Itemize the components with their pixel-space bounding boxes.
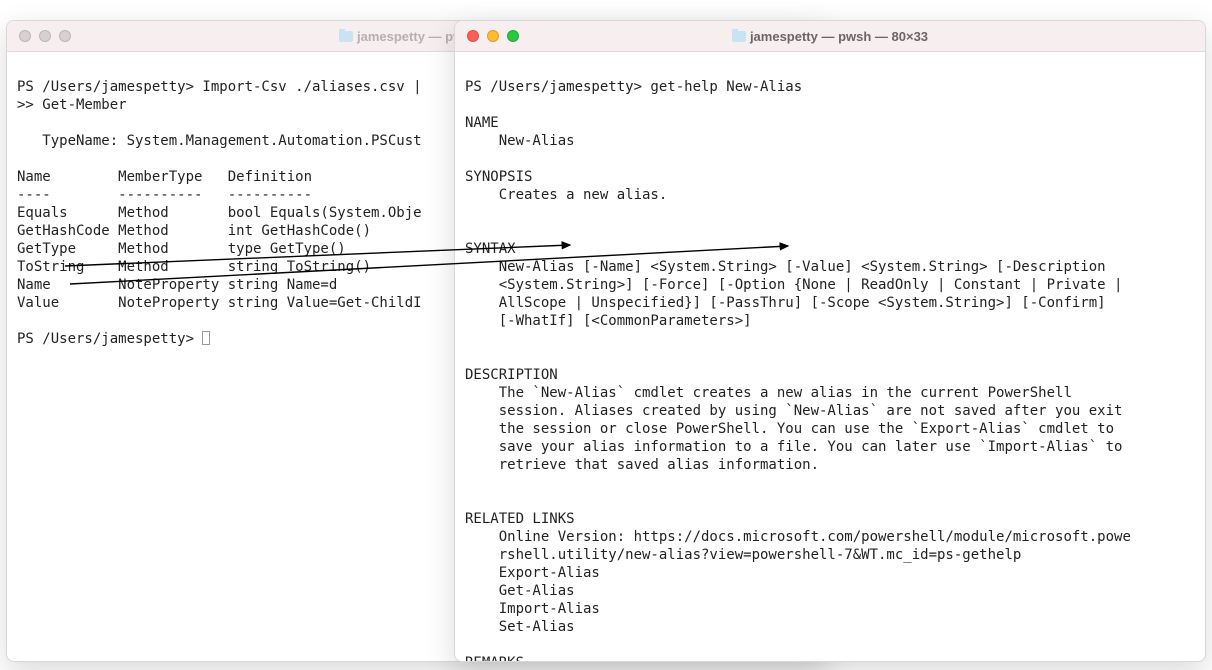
syntax-line: <System.String>] [-Force] [-Option {None… bbox=[465, 277, 1122, 293]
syntax-line: [-WhatIf] [<CommonParameters>] bbox=[465, 313, 752, 329]
table-row: ToString Method string ToString() bbox=[17, 259, 371, 275]
description-line: retrieve that saved alias information. bbox=[465, 457, 819, 473]
cursor-icon bbox=[202, 331, 210, 345]
titlebar-right[interactable]: jamespetty — pwsh — 80×33 bbox=[455, 21, 1205, 52]
traffic-lights-right bbox=[467, 30, 519, 42]
description-line: session. Aliases created by using `New-A… bbox=[465, 403, 1122, 419]
table-row: GetHashCode Method int GetHashCode() bbox=[17, 223, 371, 239]
description-line: The `New-Alias` cmdlet creates a new ali… bbox=[465, 385, 1072, 401]
minimize-icon[interactable] bbox=[39, 30, 51, 42]
link-line: Online Version: https://docs.microsoft.c… bbox=[465, 529, 1131, 545]
prompt-line: >> Get-Member bbox=[17, 97, 127, 113]
table-header-rule: ---- ---------- ---------- bbox=[17, 187, 312, 203]
link-line: Set-Alias bbox=[465, 619, 575, 635]
minimize-icon[interactable] bbox=[487, 30, 499, 42]
table-header: Name MemberType Definition bbox=[17, 169, 312, 185]
section-header: NAME bbox=[465, 115, 499, 131]
close-icon[interactable] bbox=[467, 30, 479, 42]
link-line: Get-Alias bbox=[465, 583, 575, 599]
section-header: SYNOPSIS bbox=[465, 169, 532, 185]
terminal-content-right[interactable]: PS /Users/jamespetty> get-help New-Alias… bbox=[455, 52, 1205, 662]
zoom-icon[interactable] bbox=[507, 30, 519, 42]
folder-icon bbox=[732, 31, 746, 42]
section-value: Creates a new alias. bbox=[465, 187, 667, 203]
link-line: Export-Alias bbox=[465, 565, 600, 581]
table-row: Equals Method bool Equals(System.Obje bbox=[17, 205, 422, 221]
traffic-lights-left bbox=[19, 30, 71, 42]
table-row: Name NoteProperty string Name=d bbox=[17, 277, 337, 293]
table-row: GetType Method type GetType() bbox=[17, 241, 346, 257]
link-line: Import-Alias bbox=[465, 601, 600, 617]
section-header: SYNTAX bbox=[465, 241, 516, 257]
prompt-line: PS /Users/jamespetty> Import-Csv ./alias… bbox=[17, 79, 422, 95]
syntax-line: AllScope | Unspecified}] [-PassThru] [-S… bbox=[465, 295, 1106, 311]
typename-line: TypeName: System.Management.Automation.P… bbox=[17, 133, 422, 149]
description-line: the session or close PowerShell. You can… bbox=[465, 421, 1114, 437]
table-row: Value NoteProperty string Value=Get-Chil… bbox=[17, 295, 422, 311]
section-header: DESCRIPTION bbox=[465, 367, 558, 383]
folder-icon bbox=[339, 31, 353, 42]
section-header: REMARKS bbox=[465, 655, 524, 662]
close-icon[interactable] bbox=[19, 30, 31, 42]
prompt-line: PS /Users/jamespetty> bbox=[17, 331, 202, 347]
window-title-right: jamespetty — pwsh — 80×33 bbox=[455, 29, 1205, 44]
terminal-window-right[interactable]: jamespetty — pwsh — 80×33 PS /Users/jame… bbox=[454, 20, 1206, 662]
syntax-line: New-Alias [-Name] <System.String> [-Valu… bbox=[465, 259, 1106, 275]
section-header: RELATED LINKS bbox=[465, 511, 575, 527]
description-line: save your alias information to a file. Y… bbox=[465, 439, 1122, 455]
section-value: New-Alias bbox=[465, 133, 575, 149]
link-line: rshell.utility/new-alias?view=powershell… bbox=[465, 547, 1021, 563]
prompt-line: PS /Users/jamespetty> get-help New-Alias bbox=[465, 79, 802, 95]
zoom-icon[interactable] bbox=[59, 30, 71, 42]
